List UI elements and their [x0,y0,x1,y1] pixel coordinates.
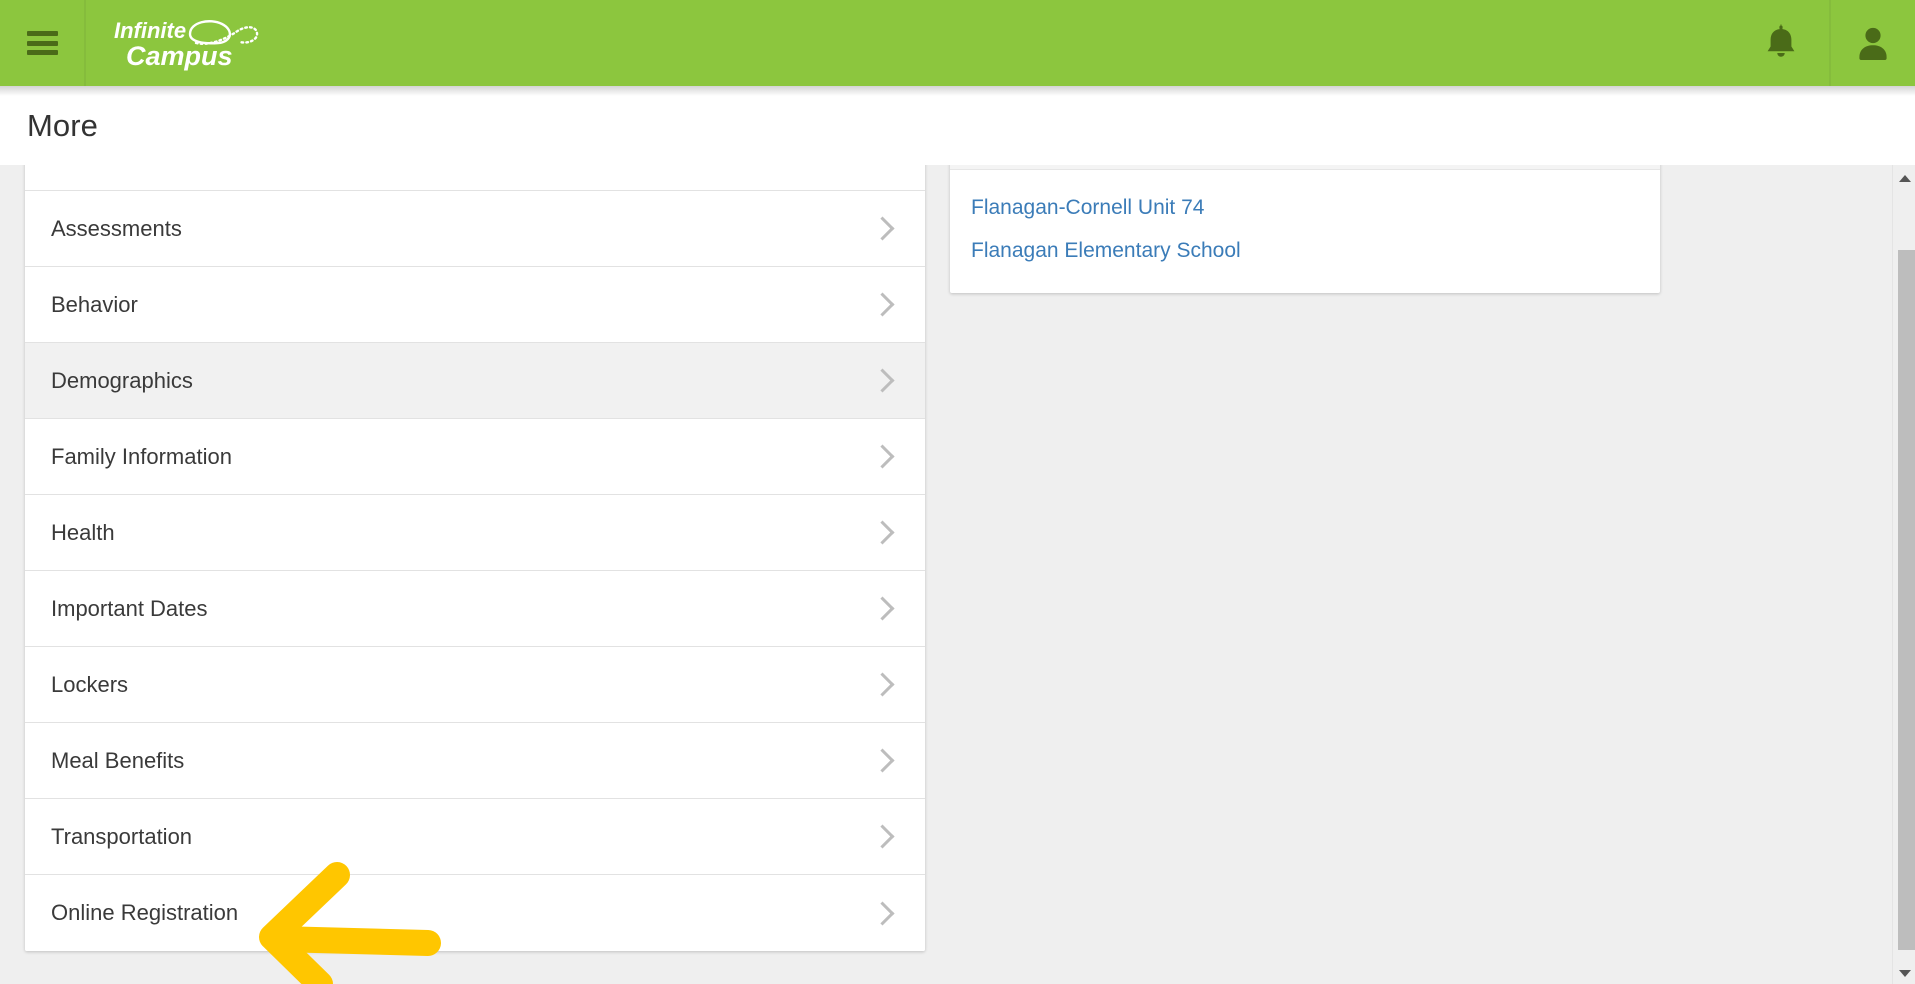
page-title: More [27,107,99,143]
list-item-family-information[interactable]: Family Information [25,419,925,495]
scrollbar-up-button[interactable] [1893,169,1915,187]
quick-link-district[interactable]: Flanagan-Cornell Unit 74 [971,196,1639,220]
list-item-transportation[interactable]: Transportation [25,799,925,875]
triangle-down-icon [1898,969,1911,977]
quick-links-card: Quick Links Flanagan-Cornell Unit 74 Fla… [950,165,1660,293]
hamburger-icon [26,31,58,55]
list-item-online-registration[interactable]: Online Registration [25,875,925,951]
list-item-meal-benefits[interactable]: Meal Benefits [25,723,925,799]
chevron-right-icon [870,520,895,545]
list-item-label: Health [51,519,115,545]
bell-icon [1767,24,1795,57]
quick-links-column: Quick Links Flanagan-Cornell Unit 74 Fla… [950,165,1660,293]
list-item-label: Behavior [51,291,138,317]
list-item-label: Family Information [51,443,232,469]
notifications-button[interactable] [1733,0,1829,86]
person-icon [1859,27,1887,60]
two-column-layout: Address Information Assessments Behavior [0,165,1892,951]
logo-graphic: Infinite Campus [114,18,259,71]
scrollbar-down-button[interactable] [1893,964,1915,982]
list-item-important-dates[interactable]: Important Dates [25,571,925,647]
list-item-lockers[interactable]: Lockers [25,647,925,723]
list-item-health[interactable]: Health [25,495,925,571]
vertical-scrollbar[interactable] [1892,165,1915,984]
list-item-label: Transportation [51,823,193,849]
menu-list-card: Address Information Assessments Behavior [25,165,925,951]
quick-links-body: Flanagan-Cornell Unit 74 Flanagan Elemen… [950,170,1660,293]
list-item-label: Online Registration [51,900,239,925]
menu-list-column: Address Information Assessments Behavior [0,165,950,951]
chevron-right-icon [870,900,895,926]
chevron-right-icon [870,444,895,469]
list-item-label: Assessments [51,215,182,241]
app-header-bar: Infinite Campus [0,0,1915,86]
list-item-label: Address Information [51,165,874,166]
list-item-demographics[interactable]: Demographics [25,343,925,419]
quick-link-school[interactable]: Flanagan Elementary School [971,239,1639,263]
list-item-address-information[interactable]: Address Information [25,165,925,191]
page-title-bar: More [0,86,1915,165]
chevron-right-icon [870,748,895,773]
svg-text:Campus: Campus [126,41,233,71]
list-item-label: Demographics [51,367,193,393]
app-root: Infinite Campus More Assessments Behavio… [0,0,1915,984]
chevron-right-icon [870,216,895,241]
content-inner: Address Information Assessments Behavior [0,165,1892,951]
scrollbar-thumb[interactable] [1898,250,1915,950]
menu-toggle-button[interactable] [0,0,86,86]
svg-text:Infinite: Infinite [114,18,186,43]
chevron-right-icon [870,824,895,849]
list-item-label: Lockers [51,671,129,697]
triangle-up-icon [1898,174,1911,182]
account-button[interactable] [1829,0,1915,86]
infinite-campus-logo: Infinite Campus [112,12,262,74]
list-item-label: Meal Benefits [51,747,185,773]
list-item-label: Important Dates [51,595,208,621]
chevron-right-icon [870,292,895,317]
chevron-right-icon [870,672,895,697]
chevron-right-icon [870,368,895,393]
content-scroll-region: Address Information Assessments Behavior [0,165,1892,984]
chevron-right-icon [870,596,895,621]
list-item-behavior[interactable]: Behavior [25,267,925,343]
list-item-assessments[interactable]: Assessments [25,191,925,267]
